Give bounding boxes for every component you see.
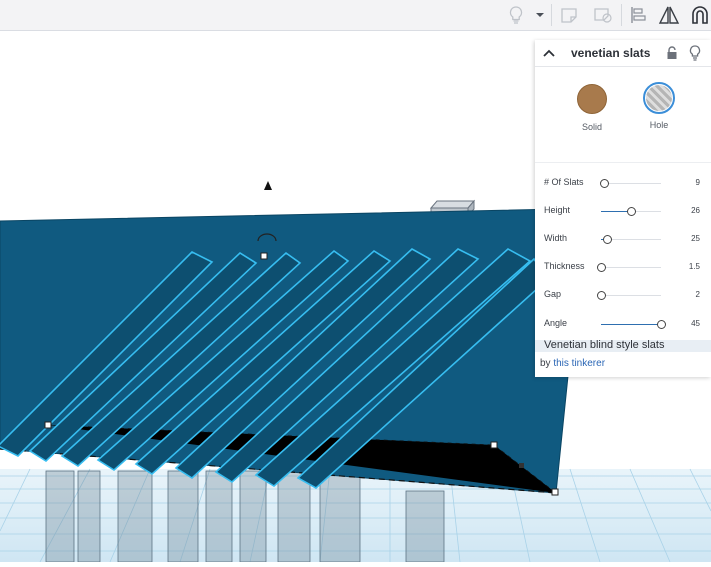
chevron-down-icon[interactable] [531, 0, 549, 30]
handle-left[interactable] [44, 421, 52, 429]
lock-icon[interactable] [664, 44, 680, 62]
slider-track[interactable] [601, 207, 661, 216]
author-prefix: by [540, 358, 551, 369]
prop-value[interactable]: 45 [691, 319, 700, 328]
hole-swatch[interactable] [643, 82, 675, 114]
prop-width: Width 25 [535, 229, 711, 249]
mirror-icon[interactable] [656, 0, 682, 30]
lift-cone-icon[interactable] [264, 181, 272, 190]
slider-track[interactable] [601, 235, 661, 244]
shape-description: Venetian blind style slats [535, 339, 711, 352]
panel-header: venetian slats [535, 40, 711, 67]
slider-knob[interactable] [597, 291, 606, 300]
prop-of-slats: # Of Slats 9 [535, 173, 711, 193]
hole-option[interactable]: Hole [629, 82, 689, 130]
prop-value[interactable]: 26 [691, 206, 700, 215]
prop-thickness: Thickness 1.5 [535, 257, 711, 277]
hole-label: Hole [649, 120, 669, 130]
magnet-icon[interactable] [688, 0, 711, 30]
author-link[interactable]: this tinkerer [553, 358, 605, 369]
align-icon[interactable] [626, 0, 650, 30]
slider-knob[interactable] [600, 179, 609, 188]
toolbar [0, 0, 711, 31]
slider-track[interactable] [597, 291, 661, 300]
prop-value[interactable]: 9 [696, 178, 700, 187]
slider-knob[interactable] [597, 263, 606, 272]
slider-track[interactable] [597, 263, 661, 272]
prop-label: Height [544, 205, 571, 215]
collapse-chevron-icon[interactable] [541, 44, 557, 62]
slider-knob[interactable] [627, 207, 636, 216]
slider-track[interactable] [600, 179, 661, 188]
toolbar-divider [551, 4, 552, 26]
solid-swatch[interactable] [577, 84, 607, 114]
solid-option[interactable]: Solid [562, 84, 622, 132]
prop-angle: Angle 45 [535, 314, 711, 334]
prop-label: # Of Slats [544, 177, 584, 187]
description-text: Venetian blind style slats [544, 339, 665, 351]
toolbar-divider [621, 4, 622, 26]
solid-label: Solid [581, 122, 602, 132]
handle-right[interactable] [490, 441, 498, 449]
slider-track[interactable] [601, 320, 666, 329]
prop-label: Angle [544, 318, 568, 328]
shape-name[interactable]: venetian slats [571, 46, 650, 60]
lightbulb-icon[interactable] [687, 44, 703, 62]
prop-height: Height 26 [535, 201, 711, 221]
note-visibility-icon[interactable] [590, 0, 616, 30]
lightbulb-icon[interactable] [503, 0, 529, 30]
prop-label: Gap [544, 289, 562, 299]
handle-top[interactable] [260, 252, 268, 260]
prop-value[interactable]: 2 [696, 290, 700, 299]
panel-divider [535, 162, 711, 163]
note-icon[interactable] [556, 0, 582, 30]
handle-mid[interactable] [519, 463, 524, 468]
shape-properties-panel: venetian slats Solid Hole # Of Slats 9 H… [535, 40, 711, 377]
prop-label: Width [544, 233, 568, 243]
slider-knob[interactable] [603, 235, 612, 244]
prop-value[interactable]: 1.5 [689, 262, 700, 271]
handle-corner[interactable] [551, 488, 559, 496]
prop-gap: Gap 2 [535, 285, 711, 305]
slider-knob[interactable] [657, 320, 666, 329]
prop-value[interactable]: 25 [691, 234, 700, 243]
prop-label: Thickness [544, 261, 585, 271]
author-line: by this tinkerer [540, 358, 605, 369]
